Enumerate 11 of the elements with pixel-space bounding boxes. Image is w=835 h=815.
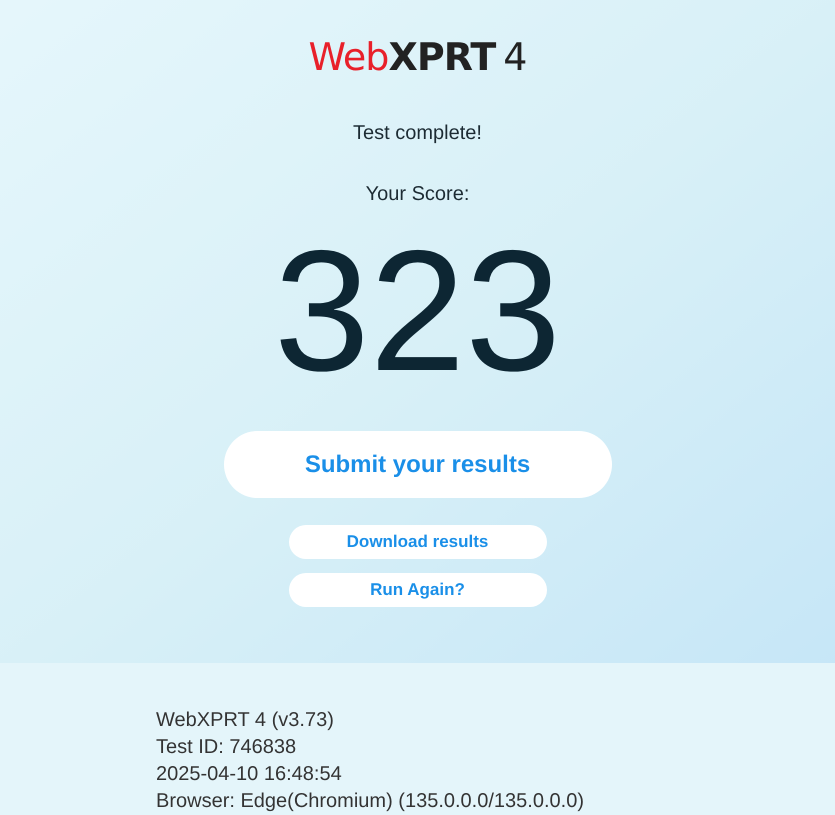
action-button[interactable]: Download results xyxy=(288,525,546,559)
info-line: Browser: Edge(Chromium) (135.0.0.0/135.0.0.0) xyxy=(156,789,585,814)
action-button[interactable]: Run Again? xyxy=(288,573,546,607)
score-label: Your Score: xyxy=(366,182,470,207)
info-line: WebXPRT 4 (v3.73) xyxy=(156,708,335,733)
info-line: Test ID: 746838 xyxy=(156,735,298,760)
info-line: 2025-04-10 16:48:54 xyxy=(156,762,343,787)
status-text: Test complete! xyxy=(353,121,482,146)
logo: WebXPRT 4 xyxy=(308,34,527,76)
submit-button[interactable]: Submit your results xyxy=(224,431,612,498)
score-value: 323 xyxy=(274,221,561,401)
